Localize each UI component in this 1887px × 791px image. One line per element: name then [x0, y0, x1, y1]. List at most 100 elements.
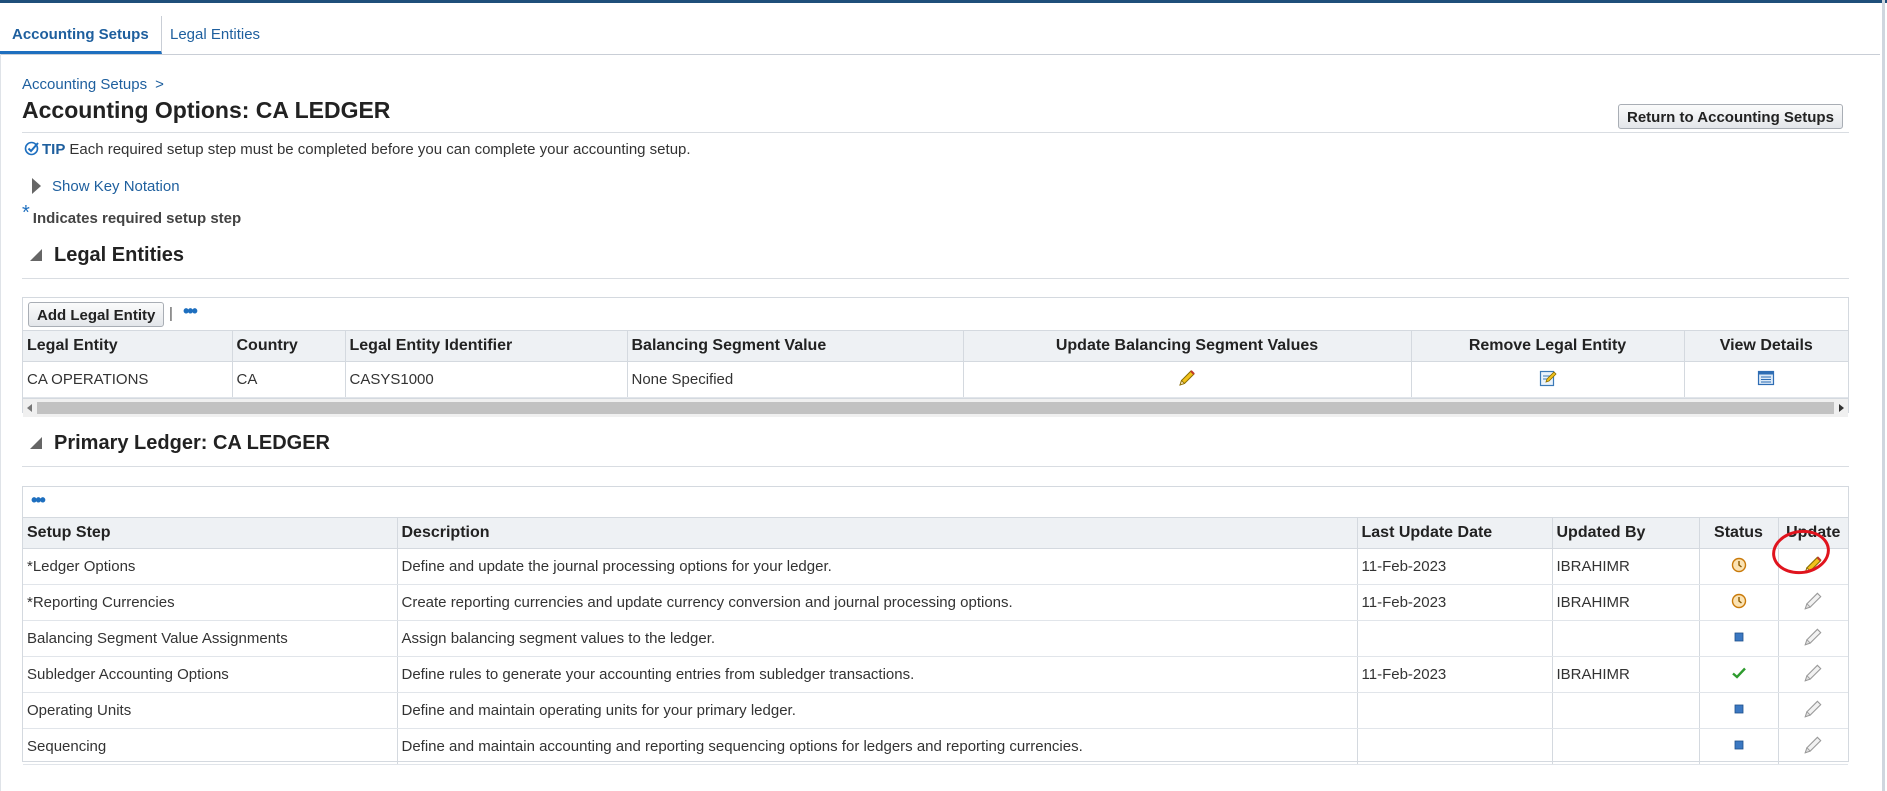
cell-description: Define and maintain accounting and repor…	[397, 728, 1358, 765]
cell-legal-entity: CA OPERATIONS	[23, 361, 233, 398]
cell-updated-by	[1552, 728, 1700, 765]
legal-entities-heading-text: Legal Entities	[54, 244, 185, 266]
show-key-notation-link[interactable]: Show Key Notation	[52, 178, 180, 195]
tip-check-icon	[24, 140, 40, 156]
title-divider	[22, 132, 1849, 133]
cell-description: Assign balancing segment values to the l…	[397, 620, 1358, 657]
cell-update	[1778, 692, 1848, 729]
tip-label: TIP	[42, 141, 66, 158]
primary-ledger-toolbar: •••	[23, 487, 1848, 517]
breadcrumb-accounting-setups[interactable]: Accounting Setups	[22, 76, 147, 93]
cell-identifier: CASYS1000	[345, 361, 628, 398]
pencil-disabled-icon[interactable]	[1802, 698, 1824, 724]
cell-status	[1699, 620, 1779, 657]
required-note: * Indicates required setup step	[22, 202, 242, 229]
cell-last-update-date	[1357, 728, 1553, 765]
cell-country: CA	[232, 361, 346, 398]
tab-bar: Accounting Setups Legal Entities	[0, 16, 1880, 55]
scrollbar-thumb[interactable]	[37, 402, 1834, 414]
cell-setup-step: *Reporting Currencies	[23, 584, 398, 621]
table-row: Subledger Accounting Options Define rules…	[23, 656, 1848, 693]
scroll-right-icon[interactable]	[1839, 404, 1844, 412]
return-to-accounting-setups-button[interactable]: Return to Accounting Setups	[1618, 104, 1843, 129]
cell-last-update-date	[1357, 692, 1553, 729]
column-header-remove: Remove Legal Entity	[1411, 330, 1685, 362]
cell-status	[1699, 692, 1779, 729]
tab-legal-entities[interactable]: Legal Entities	[158, 16, 272, 53]
table-row: *Ledger Options Define and update the jou…	[23, 548, 1848, 585]
pencil-disabled-icon[interactable]	[1802, 590, 1824, 616]
column-header-legal-entity: Legal Entity	[23, 330, 233, 362]
pencil-disabled-icon[interactable]	[1802, 734, 1824, 760]
cell-last-update-date: 11-Feb-2023	[1357, 656, 1553, 693]
add-legal-entity-button[interactable]: Add Legal Entity	[28, 302, 165, 327]
table-row: Balancing Segment Value Assignments Assig…	[23, 620, 1848, 657]
cell-description: Define and update the journal processing…	[397, 548, 1358, 585]
collapse-triangle-icon[interactable]	[30, 249, 42, 261]
primary-ledger-heading[interactable]: Primary Ledger: CA LEDGER	[30, 432, 330, 455]
column-header-update-bsv: Update Balancing Segment Values	[963, 330, 1412, 362]
legal-entities-heading[interactable]: Legal Entities	[30, 244, 184, 267]
column-header-identifier: Legal Entity Identifier	[345, 330, 628, 362]
cell-description: Create reporting currencies and update c…	[397, 584, 1358, 621]
pencil-disabled-icon[interactable]	[1802, 662, 1824, 688]
column-header-last-update-date: Last Update Date	[1357, 517, 1553, 549]
column-header-status: Status	[1699, 517, 1779, 549]
table-row: CA OPERATIONS CA CASYS1000 None Specifie…	[23, 361, 1848, 398]
legal-entities-table: Legal Entity Country Legal Entity Identi…	[23, 330, 1848, 398]
legal-entities-panel: Add Legal Entity | ••• Legal Entity Coun…	[22, 297, 1849, 417]
cell-update	[1778, 728, 1848, 765]
not-started-icon	[1730, 700, 1748, 722]
pencil-disabled-icon[interactable]	[1802, 626, 1824, 652]
cell-setup-step: Operating Units	[23, 692, 398, 729]
page-title: Accounting Options: CA LEDGER	[22, 97, 391, 123]
column-header-view-details: View Details	[1684, 330, 1848, 362]
primary-ledger-heading-text: Primary Ledger: CA LEDGER	[54, 432, 330, 454]
pencil-icon[interactable]	[1177, 368, 1197, 392]
primary-ledger-divider	[22, 466, 1849, 467]
column-header-updated-by: Updated By	[1552, 517, 1700, 549]
cell-status	[1699, 584, 1779, 621]
tip-text: Each required setup step must be complet…	[69, 141, 691, 158]
cell-description: Define and maintain operating units for …	[397, 692, 1358, 729]
expand-triangle-icon	[32, 178, 41, 194]
tab-accounting-setups[interactable]: Accounting Setups	[0, 16, 162, 54]
collapse-triangle-icon[interactable]	[30, 437, 42, 449]
cell-setup-step: Sequencing	[23, 728, 398, 765]
cell-update	[1778, 584, 1848, 621]
primary-ledger-panel: ••• Setup Step Description Last Update D…	[22, 486, 1849, 765]
cell-description: Define rules to generate your accounting…	[397, 656, 1358, 693]
cell-setup-step: Balancing Segment Value Assignments	[23, 620, 398, 657]
more-actions-icon[interactable]: •••	[31, 490, 46, 511]
table-header-row: Setup Step Description Last Update Date …	[23, 517, 1848, 549]
column-header-balancing-segment: Balancing Segment Value	[627, 330, 964, 362]
cell-setup-step: Subledger Accounting Options	[23, 656, 398, 693]
cell-last-update-date: 11-Feb-2023	[1357, 584, 1553, 621]
cell-update	[1778, 656, 1848, 693]
cell-setup-step: *Ledger Options	[23, 548, 398, 585]
column-header-country: Country	[232, 330, 346, 362]
legal-entities-divider	[22, 278, 1849, 279]
cell-status	[1699, 728, 1779, 765]
legal-entities-toolbar: Add Legal Entity | •••	[23, 298, 1848, 330]
show-key-notation-toggle[interactable]: Show Key Notation	[32, 178, 180, 195]
not-started-icon	[1730, 736, 1748, 758]
breadcrumb: Accounting Setups >	[22, 76, 164, 93]
cell-balancing-segment: None Specified	[627, 361, 964, 398]
required-star: *	[22, 202, 30, 224]
cell-update	[1778, 620, 1848, 657]
breadcrumb-separator: >	[155, 76, 164, 93]
cell-updated-by	[1552, 620, 1700, 657]
cell-status	[1699, 548, 1779, 585]
cell-updated-by: IBRAHIMR	[1552, 548, 1700, 585]
cell-update-bsv	[963, 361, 1412, 398]
scroll-left-icon[interactable]	[27, 404, 32, 412]
horizontal-scrollbar[interactable]	[23, 398, 1848, 417]
column-header-description: Description	[397, 517, 1358, 549]
required-note-text: Indicates required setup step	[32, 210, 242, 227]
view-details-icon[interactable]	[1756, 368, 1776, 392]
cell-remove-legal-entity	[1411, 361, 1685, 398]
not-started-icon	[1730, 628, 1748, 650]
more-actions-icon[interactable]: •••	[183, 301, 198, 322]
edit-document-icon[interactable]	[1538, 368, 1558, 392]
